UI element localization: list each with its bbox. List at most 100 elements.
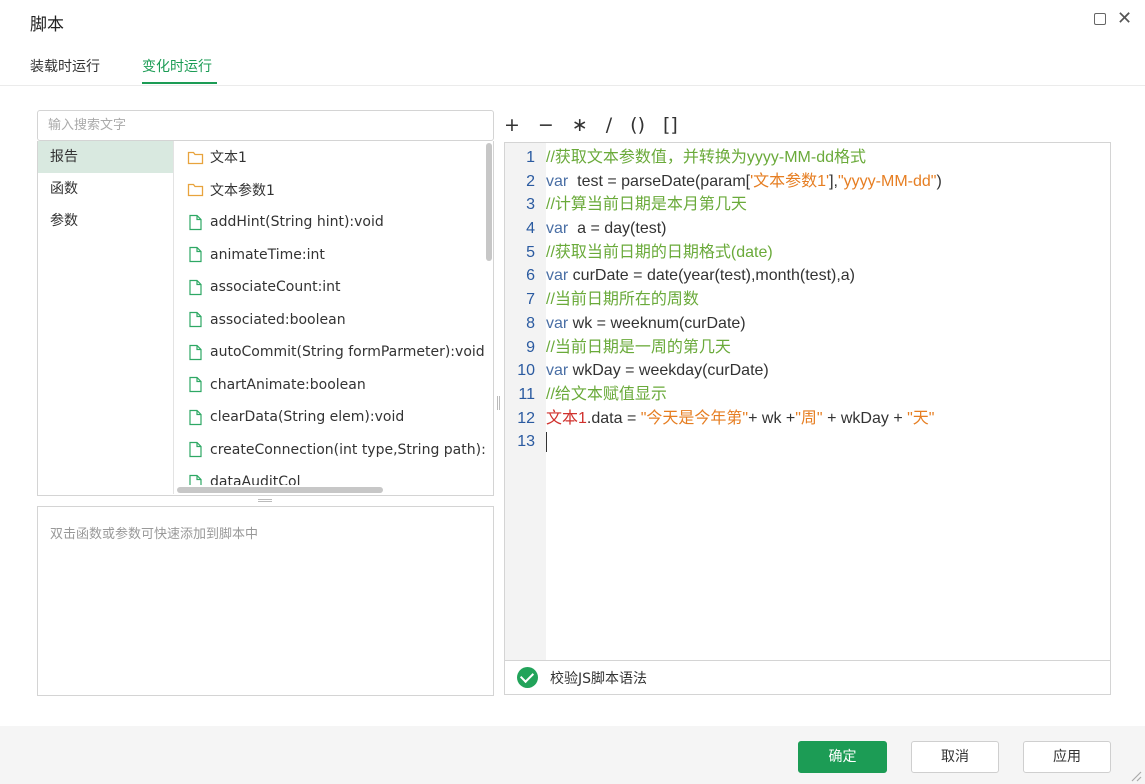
tab-load-run[interactable]: 装载时运行 [30,56,100,76]
text-caret [546,432,547,453]
code-line: 3 //计算当前日期是本月第几天 [505,193,1110,217]
list-item[interactable]: associated:boolean [175,304,485,337]
line-number: 13 [517,433,535,451]
list-item[interactable]: addHint(String hint):void [175,206,485,239]
tab-bar: 装载时运行 变化时运行 [0,42,1145,86]
list-item-label: 文本1 [210,150,247,167]
line-number: 6 [526,267,535,285]
code-keyword: var [546,220,569,238]
file-icon [189,377,202,393]
line-number: 2 [526,172,535,190]
list-item-label: 文本参数1 [210,182,275,199]
line-number: 5 [526,243,535,261]
search-input[interactable] [37,110,494,141]
vertical-scrollbar[interactable] [485,143,493,485]
horizontal-splitter-handle[interactable] [258,499,272,502]
code-keyword: var [546,362,569,380]
cancel-button[interactable]: 取消 [911,741,999,773]
list-item[interactable]: associateCount:int [175,271,485,304]
code-text: a = day(test) [568,220,667,238]
line-number: 10 [517,362,535,380]
code-text: ], [829,172,838,190]
dialog-footer: 确定 取消 应用 [0,726,1145,784]
list-item-label: animateTime:int [210,246,325,263]
ok-button[interactable]: 确定 [798,741,887,773]
list-item-label: associated:boolean [210,311,346,328]
list-item[interactable]: createConnection(int type,String path):O… [175,434,485,467]
line-number: 4 [526,220,535,238]
list-item[interactable]: dataAuditCol [175,466,485,485]
code-line: 2 var test = parseDate(param['文本参数1'],"yy… [505,170,1110,194]
list-item-label: associateCount:int [210,279,341,296]
vertical-splitter-handle[interactable] [497,396,500,410]
code-string: "今天是今年第" [640,409,749,427]
maximize-icon[interactable] [1094,13,1106,25]
file-icon [189,442,202,458]
list-item[interactable]: animateTime:int [175,239,485,272]
apply-button[interactable]: 应用 [1023,741,1111,773]
tab-change-run[interactable]: 变化时运行 [142,56,212,76]
file-icon [189,409,202,425]
file-icon [189,344,202,360]
code-string: "天" [907,409,935,427]
line-number: 11 [518,385,535,403]
code-text: test = parseDate(param[ [568,172,751,190]
parentheses-operator-button[interactable]: () [630,114,645,136]
code-line: 11 //给文本赋值显示 [505,383,1110,407]
code-string: '文本参数1' [750,172,830,190]
scroll-thumb[interactable] [177,487,383,493]
scroll-thumb[interactable] [486,143,492,261]
list-item[interactable]: autoCommit(String formParmeter):void [175,336,485,369]
list-item[interactable]: chartAnimate:boolean [175,369,485,402]
list-item-label: clearData(String elem):void [210,409,405,426]
minus-operator-button[interactable]: − [538,114,554,136]
list-item[interactable]: 文本1 [175,141,485,174]
code-line: 1 //获取文本参数值，并转换为yyyy-MM-dd格式 [505,146,1110,170]
multiply-operator-button[interactable]: ∗ [572,114,588,136]
code-comment: //给文本赋值显示 [546,385,667,403]
close-icon[interactable]: ✕ [1117,10,1132,28]
code-comment: //获取当前日期的日期格式(date) [546,243,773,261]
list-item[interactable]: clearData(String elem):void [175,401,485,434]
code-string: "周" [795,409,823,427]
code-line: 12 文本1.data = "今天是今年第"+ wk +"周" + wkDay +… [505,407,1110,431]
horizontal-scrollbar[interactable] [175,485,485,495]
code-text: .data = [586,409,641,427]
validate-syntax-button[interactable]: 校验JS脚本语法 [504,661,1111,695]
file-icon [189,312,202,328]
plus-operator-button[interactable]: + [504,114,520,136]
list-item[interactable]: 文本参数1 [175,174,485,207]
code-text: + wkDay + [822,409,908,427]
code-line: 6 var curDate = date(year(test),month(tes… [505,264,1110,288]
category-parameter[interactable]: 参数 [38,205,173,237]
code-line: 8 var wk = weeknum(curDate) [505,312,1110,336]
category-function[interactable]: 函数 [38,173,173,205]
divide-operator-button[interactable]: / [606,114,612,136]
code-keyword: var [546,314,569,332]
validate-syntax-label: 校验JS脚本语法 [550,670,648,687]
list-item-label: chartAnimate:boolean [210,376,366,393]
category-list: 报告 函数 参数 [38,141,174,494]
item-list: 文本1 文本参数1 addHint(String hint):void anim… [175,141,485,485]
function-browser: 报告 函数 参数 文本1 文本参数1 addHint(String hint):… [37,141,494,496]
description-panel: 双击函数或参数可快速添加到脚本中 [37,506,494,696]
code-line: 13 [505,430,1110,454]
code-line: 10 var wkDay = weekday(curDate) [505,359,1110,383]
folder-icon [187,151,204,164]
code-comment: //当前日期所在的周数 [546,291,699,309]
script-editor[interactable]: 1 //获取文本参数值，并转换为yyyy-MM-dd格式 2 var test = … [504,142,1111,661]
window-title: 脚本 [30,15,64,35]
code-keyword: var [546,172,569,190]
active-tab-indicator [142,82,217,84]
resize-grip-icon[interactable] [1128,768,1142,782]
line-number: 9 [526,338,535,356]
list-item-label: createConnection(int type,String path):O… [210,441,485,458]
code-text: wk = weeknum(curDate) [568,314,746,332]
brackets-operator-button[interactable]: [] [663,114,678,136]
line-number: 1 [526,149,535,166]
list-item-label: autoCommit(String formParmeter):void [210,344,485,361]
description-text: 双击函数或参数可快速添加到脚本中 [50,527,259,542]
code-keyword: var [546,267,569,285]
category-report[interactable]: 报告 [38,141,173,173]
code-text: wkDay = weekday(curDate) [568,362,769,380]
